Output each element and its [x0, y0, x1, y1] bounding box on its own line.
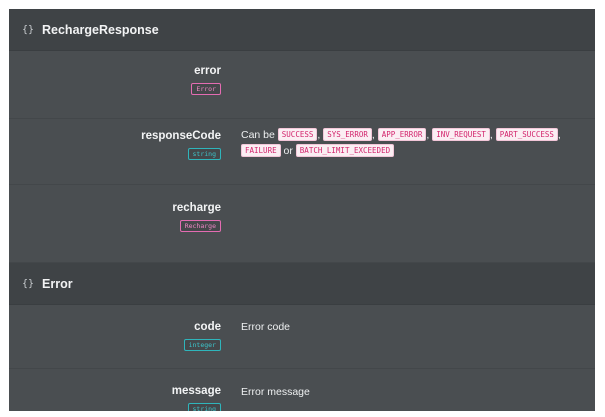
model-title: RechargeResponse	[42, 22, 159, 37]
field-description: Can be SUCCESS, SYS_ERROR, APP_ERROR, IN…	[241, 127, 575, 159]
field-name: code	[194, 321, 221, 333]
separator: ,	[557, 129, 561, 141]
type-link-error[interactable]: Error	[191, 83, 221, 95]
type-tag-string: string	[187, 148, 221, 160]
model-title: Error	[42, 276, 73, 291]
enum-value: SUCCESS	[277, 128, 318, 141]
model-header-recharge-response[interactable]: {} RechargeResponse	[9, 9, 595, 51]
field-description: Error message	[241, 386, 310, 398]
separator: ,	[371, 129, 375, 141]
enum-value: APP_ERROR	[377, 128, 427, 141]
model-header-error[interactable]: {} Error	[9, 263, 595, 305]
field-description: Error code	[241, 321, 291, 333]
field-row-message: message string Error message	[9, 369, 595, 411]
field-name: responseCode	[141, 130, 221, 142]
enum-value: FAILURE	[241, 144, 281, 157]
type-tag-integer: integer	[183, 339, 221, 351]
description-prefix: Can be	[241, 129, 275, 141]
field-name: error	[194, 65, 221, 77]
field-name: message	[171, 385, 221, 397]
field-row-code: code integer Error code	[9, 305, 595, 369]
field-row-recharge: recharge Recharge	[9, 185, 595, 263]
type-link-recharge[interactable]: Recharge	[179, 220, 221, 232]
braces-icon: {}	[22, 24, 35, 35]
separator: ,	[317, 129, 321, 141]
field-name: recharge	[172, 202, 221, 214]
field-row-error: error Error	[9, 51, 595, 119]
or-text: or	[283, 145, 293, 157]
enum-value: SYS_ERROR	[323, 128, 372, 141]
enum-value: INV_REQUEST	[432, 128, 490, 141]
separator: ,	[489, 129, 493, 141]
separator: ,	[426, 129, 430, 141]
braces-icon: {}	[22, 278, 35, 289]
type-tag-string: string	[187, 403, 221, 411]
field-row-response-code: responseCode string Can be SUCCESS, SYS_…	[9, 119, 595, 185]
enum-value: PART_SUCCESS	[495, 128, 558, 141]
api-models-panel: {} RechargeResponse error Error response…	[9, 9, 595, 411]
enum-value: BATCH_LIMIT_EXCEEDED	[295, 144, 395, 157]
